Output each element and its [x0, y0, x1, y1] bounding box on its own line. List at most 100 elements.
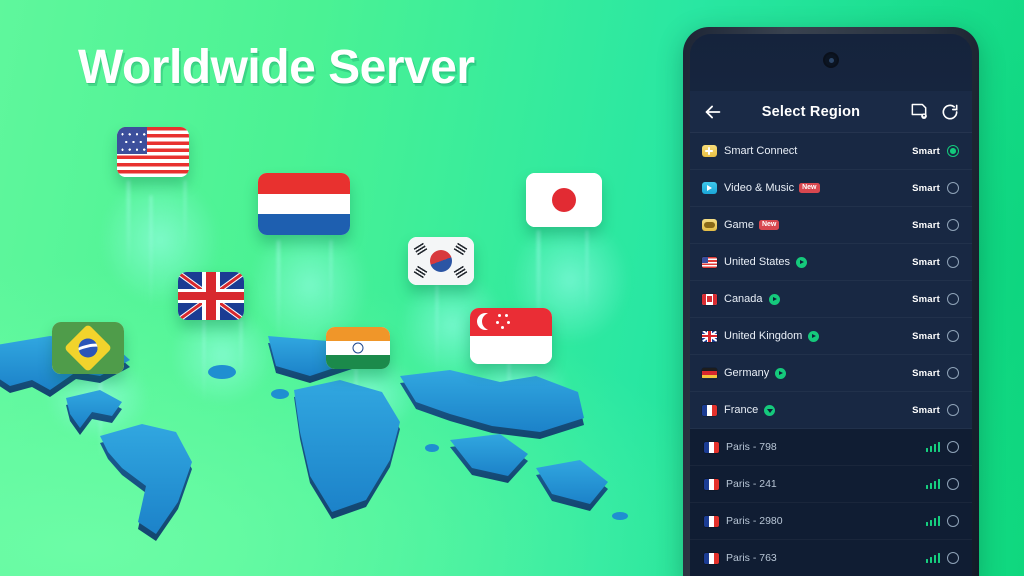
region-row[interactable]: Paris - 763 — [690, 540, 972, 576]
flag-fr — [704, 478, 719, 490]
smart-label: Smart — [912, 256, 940, 268]
flag-ca — [702, 293, 717, 305]
row-right — [925, 441, 959, 453]
region-row[interactable]: United Kingdom Smart — [690, 318, 972, 355]
flag-us — [702, 256, 717, 268]
expand-icon[interactable] — [808, 330, 820, 342]
front-camera — [823, 52, 839, 68]
flag-fr — [704, 552, 719, 564]
signal-bars — [925, 516, 940, 526]
region-radio[interactable] — [947, 552, 959, 564]
smart-label: Smart — [912, 293, 940, 305]
region-row[interactable]: Canada Smart — [690, 281, 972, 318]
expand-icon[interactable] — [796, 256, 808, 268]
flag-card-brazil — [52, 322, 124, 374]
row-right — [925, 515, 959, 527]
expand-icon[interactable] — [775, 367, 787, 379]
light-beam — [127, 180, 130, 270]
row-right: Smart — [912, 256, 959, 268]
flag-gb — [702, 330, 717, 342]
region-radio[interactable] — [947, 145, 959, 157]
flag-card-south-korea — [408, 237, 474, 285]
flag-fr — [702, 404, 717, 416]
region-row[interactable]: Paris - 2980 — [690, 503, 972, 540]
new-badge: New — [799, 183, 820, 193]
region-row[interactable]: Video & Music New Smart — [690, 170, 972, 207]
row-right — [925, 478, 959, 490]
signal-bars — [925, 553, 940, 563]
smart-label: Smart — [912, 182, 940, 194]
saved-location-icon[interactable] — [909, 102, 929, 122]
region-radio[interactable] — [947, 182, 959, 194]
flag-card-japan — [526, 173, 602, 227]
signal-bars — [925, 479, 940, 489]
region-label: Video & Music — [724, 182, 795, 194]
flag-card-united-states — [117, 127, 189, 177]
game-icon — [702, 219, 717, 231]
region-label: Paris - 763 — [726, 552, 777, 564]
signal-bars — [925, 442, 940, 452]
region-row[interactable]: Paris - 798 — [690, 429, 972, 466]
region-row[interactable]: Paris - 241 — [690, 466, 972, 503]
row-right: Smart — [912, 404, 959, 416]
page-title: Worldwide Server — [78, 41, 475, 94]
region-label: Smart Connect — [724, 145, 798, 157]
expand-icon[interactable] — [764, 404, 776, 416]
region-radio[interactable] — [947, 478, 959, 490]
light-beam — [330, 240, 332, 320]
row-right: Smart — [912, 330, 959, 342]
status-bar — [690, 34, 972, 91]
row-right: Smart — [912, 145, 959, 157]
region-label: Game — [724, 219, 754, 231]
smart-label: Smart — [912, 367, 940, 379]
region-label: United Kingdom — [724, 330, 803, 342]
smart-label: Smart — [912, 330, 940, 342]
row-right — [925, 552, 959, 564]
arrow-left-icon[interactable] — [702, 101, 724, 123]
region-list[interactable]: Smart Connect Smart Video & Music New Smart G… — [690, 133, 972, 576]
region-label: Paris - 241 — [726, 478, 777, 490]
new-badge: New — [758, 220, 780, 230]
row-right: Smart — [912, 219, 959, 231]
phone-screen: Select Region Smart Connect Smart Video & … — [690, 34, 972, 576]
region-label: Canada — [724, 293, 763, 305]
expand-icon[interactable] — [768, 293, 780, 305]
smart-label: Smart — [912, 404, 940, 416]
app-header: Select Region — [690, 91, 972, 133]
video-music-icon — [702, 182, 717, 194]
region-row[interactable]: Smart Connect Smart — [690, 133, 972, 170]
region-radio[interactable] — [947, 256, 959, 268]
light-beam — [277, 240, 280, 340]
region-radio[interactable] — [947, 330, 959, 342]
region-row[interactable]: Germany Smart — [690, 355, 972, 392]
flag-card-singapore — [470, 308, 552, 364]
smart-label: Smart — [912, 145, 940, 157]
region-radio[interactable] — [947, 515, 959, 527]
row-right: Smart — [912, 293, 959, 305]
region-radio[interactable] — [947, 404, 959, 416]
region-label: Paris - 798 — [726, 441, 777, 453]
flag-card-united-kingdom — [178, 272, 244, 320]
light-beam — [150, 195, 152, 315]
light-beam — [586, 230, 588, 315]
region-radio[interactable] — [947, 293, 959, 305]
region-row[interactable]: United States Smart — [690, 244, 972, 281]
region-radio[interactable] — [947, 367, 959, 379]
page-header-title: Select Region — [761, 103, 861, 120]
region-row[interactable]: Game New Smart — [690, 207, 972, 244]
phone-mockup: Select Region Smart Connect Smart Video & … — [683, 27, 979, 576]
flag-card-india — [326, 327, 390, 369]
flag-fr — [704, 515, 719, 527]
region-row[interactable]: France Smart — [690, 392, 972, 429]
row-right: Smart — [912, 182, 959, 194]
region-label: United States — [724, 256, 791, 268]
refresh-icon[interactable] — [940, 102, 960, 122]
region-label: France — [724, 404, 759, 416]
flag-fr — [704, 441, 719, 453]
region-radio[interactable] — [947, 219, 959, 231]
flag-card-netherlands — [258, 173, 350, 235]
flag-de — [702, 367, 717, 379]
region-label: Paris - 2980 — [726, 515, 783, 527]
region-radio[interactable] — [947, 441, 959, 453]
row-right: Smart — [912, 367, 959, 379]
